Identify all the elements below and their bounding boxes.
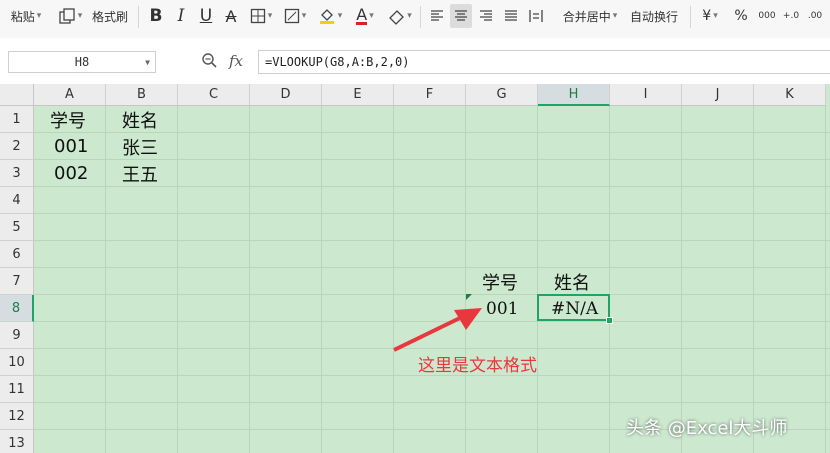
cell-g8[interactable]: 001 (486, 295, 518, 322)
row-header-11[interactable]: 11 (0, 376, 34, 403)
zoom-search-icon[interactable] (201, 52, 218, 69)
ribbon-toolbar: 粘贴 ▾ ▾ 格式刷 B I U A ▾ ▾ ▾ A ▾ ▾ 合并居中 ▾ 自动换行 … (0, 0, 830, 39)
percent-button[interactable]: % (730, 4, 752, 28)
fill-pattern-icon (284, 8, 299, 24)
distributed-align-icon (529, 10, 543, 22)
align-center-button[interactable] (450, 4, 472, 28)
column-header-f[interactable]: F (394, 84, 466, 106)
align-right-button[interactable] (475, 4, 497, 28)
paste-button[interactable]: 粘贴 ▾ (8, 4, 44, 28)
row-header-8[interactable]: 8 (0, 295, 34, 322)
spreadsheet-grid[interactable]: A B C D E F G H I J K 1 2 3 4 5 6 7 8 9 … (0, 84, 830, 453)
row-header-13[interactable]: 13 (0, 430, 34, 453)
align-right-icon (480, 10, 492, 21)
merge-center-button[interactable]: 合并居中 ▾ (560, 4, 620, 28)
toolbar-divider (690, 6, 691, 28)
watermark: 头条 @Excel大斗师 (626, 418, 788, 439)
bold-button[interactable]: B (145, 4, 167, 28)
fx-insert-function-icon[interactable]: fx (229, 52, 243, 70)
strikethrough-button[interactable]: A (220, 4, 242, 28)
copy-icon (59, 8, 75, 24)
distributed-align-button[interactable] (525, 4, 547, 28)
column-header-j[interactable]: J (682, 84, 754, 106)
copy-button[interactable]: ▾ (56, 4, 84, 28)
gridline (34, 213, 830, 214)
column-header-k[interactable]: K (754, 84, 826, 106)
row-header-9[interactable]: 9 (0, 322, 34, 349)
fill-color-button[interactable]: ▾ (314, 4, 346, 28)
chevron-down-icon[interactable]: ▼ (145, 58, 150, 67)
increase-decimal-button[interactable]: +.0 (780, 4, 802, 28)
row-header-3[interactable]: 3 (0, 160, 34, 187)
cell-b2[interactable]: 张三 (122, 133, 158, 160)
borders-button[interactable]: ▾ (246, 4, 276, 28)
gridline (34, 267, 830, 268)
cell-h7[interactable]: 姓名 (554, 268, 590, 295)
align-center-icon (455, 10, 467, 21)
column-header-c[interactable]: C (178, 84, 250, 106)
column-header-g[interactable]: G (466, 84, 538, 106)
row-header-10[interactable]: 10 (0, 349, 34, 376)
eraser-icon (389, 9, 405, 25)
gridline (34, 240, 830, 241)
fill-pattern-button[interactable]: ▾ (280, 4, 310, 28)
cell-b3[interactable]: 王五 (122, 160, 158, 187)
column-header-e[interactable]: E (322, 84, 394, 106)
toolbar-divider (138, 6, 139, 28)
format-painter-button[interactable]: 格式刷 (88, 4, 132, 28)
font-color-button[interactable]: A ▾ (350, 4, 380, 28)
cell-b1[interactable]: 姓名 (122, 106, 158, 133)
cell-a2[interactable]: 001 (54, 133, 88, 160)
cell-g7[interactable]: 学号 (482, 268, 518, 295)
align-left-icon (431, 10, 443, 21)
formula-input[interactable]: =VLOOKUP(G8,A:B,2,0) (258, 50, 830, 74)
row-header-7[interactable]: 7 (0, 268, 34, 295)
column-header-a[interactable]: A (34, 84, 106, 106)
row-header-5[interactable]: 5 (0, 214, 34, 241)
column-header-i[interactable]: I (610, 84, 682, 106)
wrap-text-button[interactable]: 自动换行 (628, 4, 680, 28)
border-icon (250, 8, 265, 24)
row-header-1[interactable]: 1 (0, 106, 34, 133)
column-header-h[interactable]: H (538, 84, 610, 106)
font-color-icon: A (356, 5, 368, 25)
underline-button[interactable]: U (195, 4, 217, 28)
row-header-2[interactable]: 2 (0, 133, 34, 160)
clear-format-button[interactable]: ▾ (384, 4, 416, 28)
decrease-decimal-button[interactable]: .00 (804, 4, 826, 28)
cell-a3[interactable]: 002 (54, 160, 88, 187)
active-cell-selection[interactable] (537, 294, 610, 321)
toolbar-divider (420, 6, 421, 28)
cell-a1[interactable]: 学号 (50, 106, 86, 133)
currency-button[interactable]: ¥ ▾ (696, 4, 724, 28)
justify-button[interactable] (500, 4, 522, 28)
row-header-6[interactable]: 6 (0, 241, 34, 268)
annotation-arrow (393, 308, 482, 352)
thousands-separator-button[interactable]: 000 (756, 4, 778, 28)
column-header-d[interactable]: D (250, 84, 322, 106)
annotation-text: 这里是文本格式 (418, 356, 537, 376)
row-header-4[interactable]: 4 (0, 187, 34, 214)
name-box[interactable]: H8 ▼ (8, 51, 156, 73)
column-header-b[interactable]: B (106, 84, 178, 106)
strikethrough-icon: A (225, 6, 237, 26)
fill-handle[interactable] (606, 317, 613, 324)
select-all-corner[interactable] (0, 84, 34, 106)
gridline (34, 294, 830, 295)
row-header-12[interactable]: 12 (0, 403, 34, 430)
justify-icon (505, 10, 517, 21)
text-number-indicator-icon[interactable] (466, 294, 472, 300)
formula-bar: H8 ▼ fx =VLOOKUP(G8,A:B,2,0) (0, 38, 830, 84)
align-left-button[interactable] (426, 4, 448, 28)
fill-bucket-icon (319, 9, 334, 24)
gridline (34, 402, 830, 403)
italic-button[interactable]: I (170, 4, 192, 28)
